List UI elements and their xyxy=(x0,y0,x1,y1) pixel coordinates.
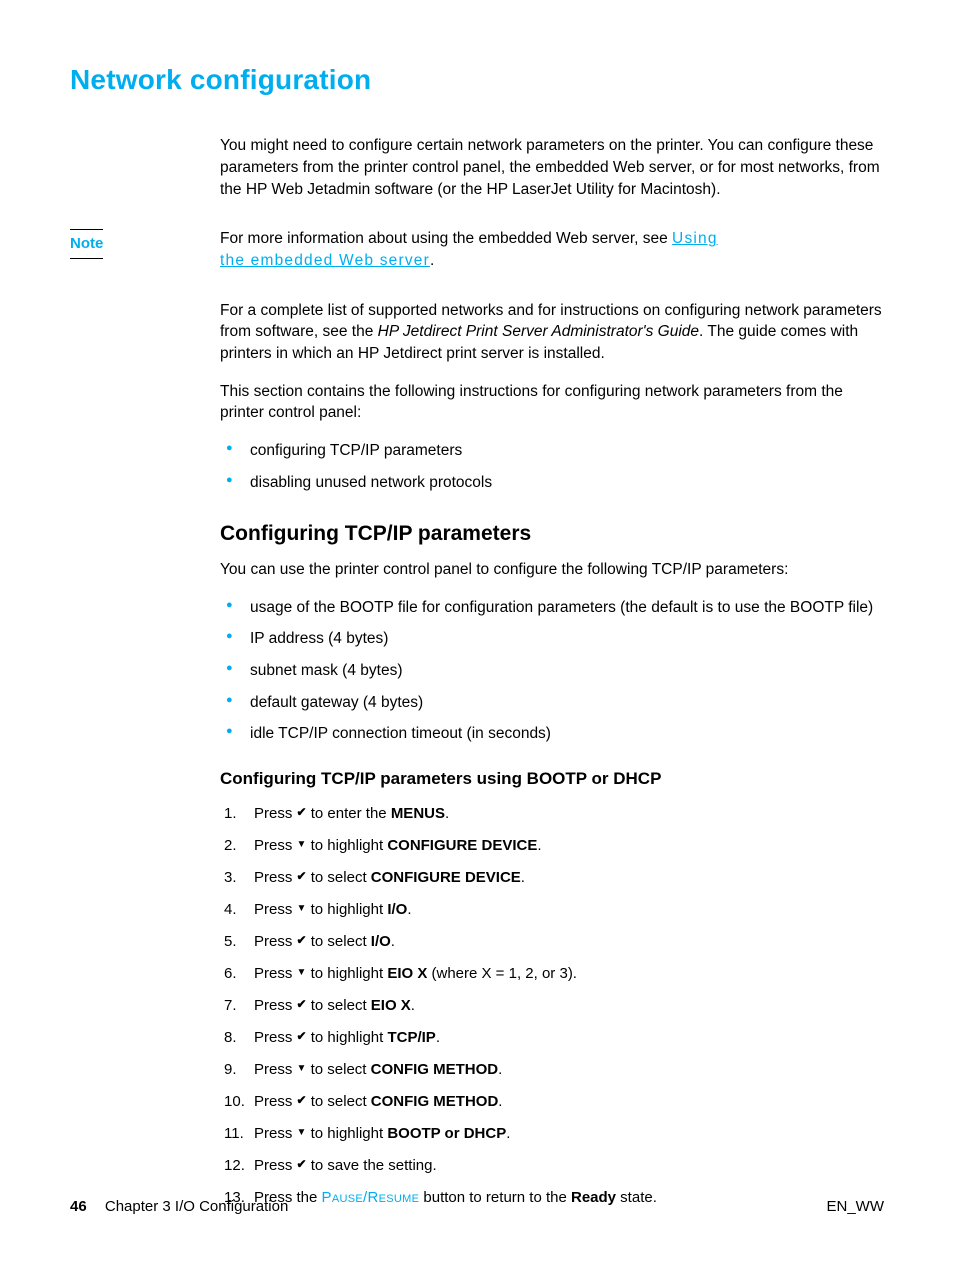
down-arrow-icon: ▼ xyxy=(297,1062,307,1076)
down-arrow-icon: ▼ xyxy=(297,1126,307,1140)
check-icon: ✔ xyxy=(297,932,307,949)
chapter-label: Chapter 3 I/O Configuration xyxy=(105,1198,288,1215)
step-item: Press ✔ to enter the MENUS. xyxy=(224,803,884,824)
down-arrow-icon: ▼ xyxy=(297,838,307,852)
check-icon: ✔ xyxy=(297,1092,307,1109)
tcpip-intro: You can use the printer control panel to… xyxy=(220,559,884,581)
check-icon: ✔ xyxy=(297,996,307,1013)
list-item: subnet mask (4 bytes) xyxy=(220,660,884,682)
step-item: Press ✔ to highlight TCP/IP. xyxy=(224,1027,884,1048)
step-item: Press ✔ to save the setting. xyxy=(224,1155,884,1176)
tcpip-param-list: usage of the BOOTP file for configuratio… xyxy=(220,597,884,745)
page-title: Network configuration xyxy=(70,60,884,99)
check-icon: ✔ xyxy=(297,1028,307,1045)
step-item: Press ✔ to select EIO X. xyxy=(224,995,884,1016)
section-heading-tcpip: Configuring TCP/IP parameters xyxy=(220,519,884,548)
list-item: default gateway (4 bytes) xyxy=(220,692,884,714)
step-item: Press ▼ to highlight BOOTP or DHCP. xyxy=(224,1123,884,1144)
note-pre: For more information about using the emb… xyxy=(220,230,672,247)
section-heading-bootp-dhcp: Configuring TCP/IP parameters using BOOT… xyxy=(220,767,884,791)
down-arrow-icon: ▼ xyxy=(297,902,307,916)
list-item: idle TCP/IP connection timeout (in secon… xyxy=(220,723,884,745)
list-item: configuring TCP/IP parameters xyxy=(220,440,884,462)
step-item: Press ✔ to select I/O. xyxy=(224,931,884,952)
note-label: Note xyxy=(70,235,103,252)
check-icon: ✔ xyxy=(297,804,307,821)
footer-right: EN_WW xyxy=(827,1196,885,1217)
guide-name: HP Jetdirect Print Server Administrator'… xyxy=(378,323,699,340)
steps-list: Press ✔ to enter the MENUS. Press ▼ to hi… xyxy=(220,803,884,1208)
check-icon: ✔ xyxy=(297,1156,307,1173)
step-item: Press ✔ to select CONFIG METHOD. xyxy=(224,1091,884,1112)
down-arrow-icon: ▼ xyxy=(297,966,307,980)
section-instructions-paragraph: This section contains the following inst… xyxy=(220,381,884,424)
step-item: Press ▼ to select CONFIG METHOD. xyxy=(224,1059,884,1080)
instruction-list: configuring TCP/IP parameters disabling … xyxy=(220,440,884,493)
page-footer: 46 Chapter 3 I/O Configuration EN_WW xyxy=(70,1196,884,1217)
list-item: disabling unused network protocols xyxy=(220,472,884,494)
link-using-embedded-web-server-2[interactable]: the embedded Web server xyxy=(220,252,430,269)
supported-networks-paragraph: For a complete list of supported network… xyxy=(220,300,884,365)
page-number: 46 xyxy=(70,1198,87,1215)
step-item: Press ▼ to highlight CONFIGURE DEVICE. xyxy=(224,835,884,856)
intro-paragraph: You might need to configure certain netw… xyxy=(220,135,884,200)
check-icon: ✔ xyxy=(297,868,307,885)
step-item: Press ✔ to select CONFIGURE DEVICE. xyxy=(224,867,884,888)
link-using-embedded-web-server[interactable]: Using xyxy=(672,230,718,247)
note-paragraph: For more information about using the emb… xyxy=(220,228,884,271)
list-item: usage of the BOOTP file for configuratio… xyxy=(220,597,884,619)
step-item: Press ▼ to highlight EIO X (where X = 1,… xyxy=(224,963,884,984)
note-post: . xyxy=(430,252,434,269)
step-item: Press ▼ to highlight I/O. xyxy=(224,899,884,920)
list-item: IP address (4 bytes) xyxy=(220,628,884,650)
